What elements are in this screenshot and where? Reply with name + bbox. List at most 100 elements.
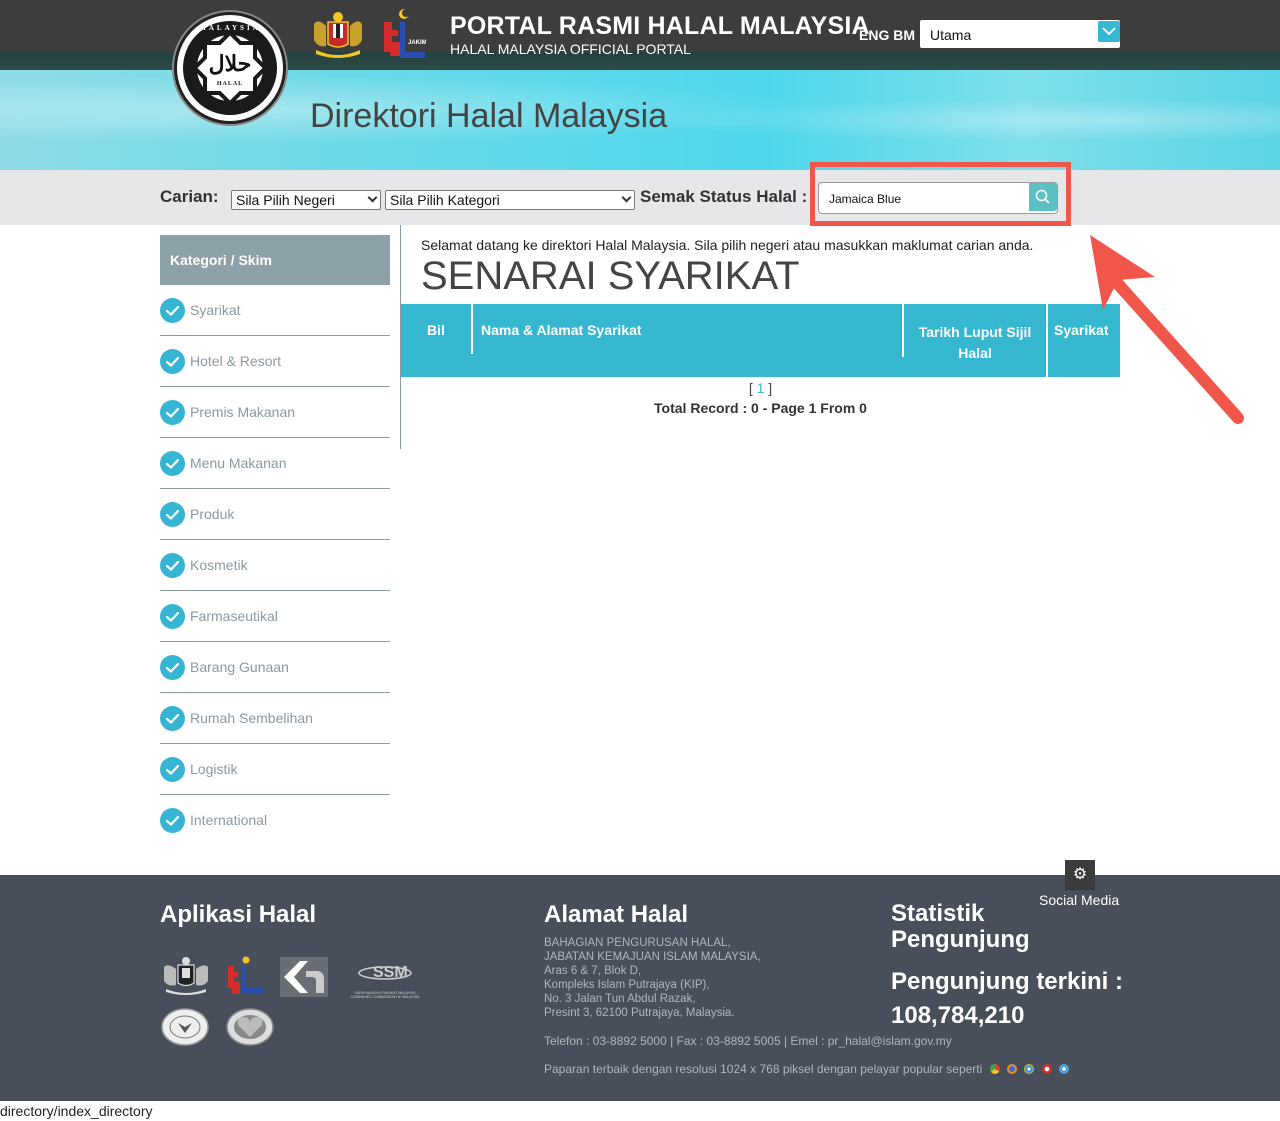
column-divider [471, 304, 473, 354]
social-media-toggle[interactable]: ⚙ [1065, 860, 1095, 890]
chrome-icon [989, 1064, 1000, 1074]
check-circle-icon [160, 298, 185, 323]
sidebar-item-barang-gunaan[interactable]: Barang Gunaan [160, 642, 390, 693]
negeri-select[interactable]: Sila Pilih Negeri [231, 190, 381, 210]
safari-icon [1059, 1064, 1070, 1074]
address-line: Aras 6 & 7, Blok D, [544, 965, 642, 977]
firefox-icon [1007, 1064, 1017, 1074]
ssm-subtext: COMPANIES COMMISSION OF MALAYSIA [350, 995, 420, 999]
sidebar-item-produk[interactable]: Produk [160, 489, 390, 540]
check-circle-icon [160, 808, 185, 833]
column-bil: Bil [427, 322, 445, 338]
sidebar-item-label: Logistik [190, 761, 238, 777]
logo-halal-text: HALAL [216, 81, 244, 87]
list-title: SENARAI SYARIKAT [421, 254, 800, 298]
carian-label: Carian: [160, 187, 219, 206]
app-logo-icon[interactable] [280, 957, 328, 997]
address-line: No. 3 Jalan Tun Abdul Razak, [544, 993, 696, 1005]
portal-subtitle: HALAL MALAYSIA OFFICIAL PORTAL [450, 41, 691, 57]
chevron-down-icon[interactable] [1098, 21, 1120, 42]
sidebar-heading: Kategori / Skim [160, 235, 390, 285]
sidebar-item-syarikat[interactable]: Syarikat [160, 285, 390, 336]
lang-eng-link[interactable]: ENG [859, 27, 889, 43]
statistik-heading-line: Pengunjung [891, 926, 1030, 953]
ssm-logo-icon: SSM [358, 964, 412, 981]
chevron-down-icon [367, 192, 378, 203]
ssm-logo[interactable]: SSM SURUHANJAYA SYARIKAT MALAYSIA COMPAN… [345, 957, 425, 999]
navigation-select-value: Utama [930, 27, 972, 43]
chevron-down-icon [621, 192, 632, 203]
malaysia-coat-of-arms-icon [314, 12, 362, 58]
sidebar-item-menu-makanan[interactable]: Menu Makanan [160, 438, 390, 489]
sidebar-item-farmaseutikal[interactable]: Farmaseutikal [160, 591, 390, 642]
search-icon [1035, 189, 1050, 204]
visitors-label: Pengunjung terkini : [891, 968, 1123, 995]
check-circle-icon [160, 400, 185, 425]
address-block: BAHAGIAN PENGURUSAN HALAL, JABATAN KEMAJ… [544, 936, 761, 1020]
jakim-app-logo-icon[interactable] [226, 956, 266, 996]
resolution-note-text: Paparan terbaik dengan resolusi 1024 x 7… [544, 1062, 983, 1076]
status-search-value: Jamaica Blue [829, 192, 902, 206]
check-circle-icon [160, 502, 185, 527]
jakim-logo-icon: JAKIM [384, 9, 426, 58]
navigation-select[interactable]: Utama [920, 20, 1120, 48]
sidebar-item-label: International [190, 812, 268, 828]
contact-info: Telefon : 03-8892 5000 | Fax : 03-8892 5… [544, 1034, 952, 1048]
address-line: JABATAN KEMAJUAN ISLAM MALAYSIA, [544, 951, 761, 963]
portal-title: PORTAL RASMI HALAL MALAYSIA [450, 12, 870, 40]
social-media-label[interactable]: Social Media [1039, 892, 1119, 908]
lang-bm-link[interactable]: BM [893, 27, 915, 43]
sidebar-item-label: Hotel & Resort [190, 353, 282, 369]
sidebar-item-label: Barang Gunaan [190, 659, 289, 675]
logo-ring-text: MALAYSIA [199, 24, 261, 32]
search-button[interactable] [1029, 183, 1057, 211]
language-switcher: ENG BM [859, 27, 915, 43]
statistik-heading-line: Statistik [891, 900, 985, 927]
negeri-select-value: Sila Pilih Negeri [236, 192, 335, 208]
check-circle-icon [160, 604, 185, 629]
kategori-select[interactable]: Sila Pilih Kategori [385, 190, 635, 210]
halal-malaysia-logo[interactable]: MALAYSIA حلال HALAL [174, 12, 286, 124]
sidebar-item-hotel-resort[interactable]: Hotel & Resort [160, 336, 390, 387]
pager-bracket: ] [764, 380, 773, 396]
pager-bracket: [ [748, 380, 757, 396]
sidebar-item-premis-makanan[interactable]: Premis Makanan [160, 387, 390, 438]
sidebar-item-label: Menu Makanan [190, 455, 287, 471]
status-search-input[interactable]: Jamaica Blue [818, 182, 1058, 214]
check-circle-icon [160, 757, 185, 782]
logo-arabic-text: حلال [208, 51, 252, 77]
sidebar-item-international[interactable]: International [160, 795, 390, 846]
aplikasi-halal-heading: Aplikasi Halal [160, 901, 317, 928]
sidebar-item-label: Rumah Sembelihan [190, 710, 313, 726]
sidebar-item-kosmetik[interactable]: Kosmetik [160, 540, 390, 591]
address-line: BAHAGIAN PENGURUSAN HALAL, [544, 937, 731, 949]
heart-logo-icon[interactable] [225, 1007, 275, 1047]
address-line: Presint 3, 62100 Putrajaya, Malaysia. [544, 1007, 735, 1019]
sidebar-item-label: Syarikat [190, 302, 241, 318]
check-circle-icon [160, 349, 185, 374]
veterinary-inspected-logo-icon[interactable] [160, 1007, 210, 1047]
opera-icon [1041, 1064, 1052, 1074]
pagination: [ 1 ] [401, 380, 1120, 396]
svg-text:SSM: SSM [373, 964, 408, 981]
column-tarikh-luput: Tarikh Luput Sijil Halal [918, 324, 1032, 361]
page-title: Direktori Halal Malaysia [310, 97, 668, 135]
column-nama-alamat: Nama & Alamat Syarikat [481, 322, 642, 338]
column-divider [1046, 304, 1048, 377]
sidebar-item-label: Farmaseutikal [190, 608, 278, 624]
kategori-select-value: Sila Pilih Kategori [390, 192, 500, 208]
malaysia-crest-logo-icon[interactable] [160, 955, 212, 997]
column-syarikat: Syarikat [1054, 322, 1109, 338]
jakim-label: JAKIM [408, 40, 426, 46]
check-circle-icon [160, 451, 185, 476]
total-record: Total Record : 0 - Page 1 From 0 [654, 400, 867, 416]
sidebar-item-rumah-sembelihan[interactable]: Rumah Sembelihan [160, 693, 390, 744]
table-header: Bil Nama & Alamat Syarikat Tarikh Luput … [401, 304, 1120, 377]
status-bar-url: directory/index_directory [0, 1103, 153, 1119]
sidebar-item-label: Produk [190, 506, 235, 522]
sidebar-item-label: Kosmetik [190, 557, 248, 573]
welcome-text: Selamat datang ke direktori Halal Malays… [421, 237, 1034, 253]
check-circle-icon [160, 655, 185, 680]
sidebar-item-logistik[interactable]: Logistik [160, 744, 390, 795]
resolution-note: Paparan terbaik dengan resolusi 1024 x 7… [544, 1062, 1070, 1076]
